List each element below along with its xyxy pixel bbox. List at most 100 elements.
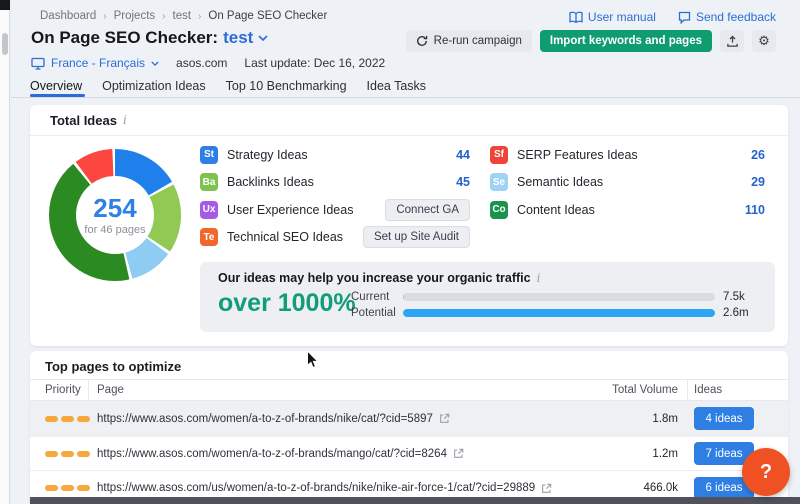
column-divider	[88, 380, 89, 402]
refresh-icon	[416, 35, 428, 47]
total-ideas-panel: Total Ideas i 254 for 46 pages St Strate…	[30, 105, 788, 346]
column-ideas[interactable]: Ideas	[694, 384, 722, 396]
table-header: Priority Page Total Volume Ideas	[30, 379, 788, 401]
column-total-volume[interactable]: Total Volume	[612, 384, 678, 396]
book-icon	[569, 11, 583, 24]
external-link-icon[interactable]	[439, 413, 450, 424]
breadcrumb-separator-icon: ›	[198, 11, 201, 22]
serp-features-ideas-count[interactable]: 26	[751, 148, 765, 162]
tab-optimization-ideas[interactable]: Optimization Ideas	[102, 79, 206, 105]
current-traffic-value: 7.5k	[723, 291, 745, 303]
language-label: France - Français	[51, 56, 145, 70]
current-traffic-row: Current 7.5k	[351, 291, 763, 303]
tab-idea-tasks[interactable]: Idea Tasks	[367, 79, 427, 105]
import-keywords-button[interactable]: Import keywords and pages	[540, 30, 712, 52]
content-badge: Co	[490, 201, 508, 219]
info-icon[interactable]: i	[537, 271, 541, 285]
page-url-link[interactable]: https://www.asos.com/women/a-to-z-of-bra…	[97, 413, 433, 425]
setup-site-audit-button[interactable]: Set up Site Audit	[363, 226, 470, 248]
column-page[interactable]: Page	[97, 384, 124, 396]
page-url-link[interactable]: https://www.asos.com/women/a-to-z-of-bra…	[97, 448, 447, 460]
header-actions: Re-run campaign Import keywords and page…	[406, 30, 776, 52]
technical-seo-ideas-row: Te Technical SEO Ideas Set up Site Audit	[200, 224, 470, 252]
priority-indicator	[45, 485, 90, 491]
priority-indicator	[45, 451, 90, 457]
semantic-ideas-label: Semantic Ideas	[517, 175, 603, 189]
total-ideas-count: 254	[93, 195, 136, 221]
last-update: Last update: Dec 16, 2022	[244, 56, 385, 70]
content-ideas-label: Content Ideas	[517, 203, 595, 217]
user-manual-link[interactable]: User manual	[569, 10, 656, 24]
campaign-domain: asos.com	[176, 56, 227, 70]
connect-ga-button[interactable]: Connect GA	[385, 199, 470, 221]
send-feedback-link[interactable]: Send feedback	[678, 10, 776, 24]
total-ideas-donut: 254 for 46 pages	[49, 149, 181, 281]
left-window-edge	[0, 0, 10, 504]
potential-traffic-row: Potential 2.6m	[351, 307, 763, 319]
semantic-badge: Se	[490, 173, 508, 191]
strategy-ideas-count[interactable]: 44	[456, 148, 470, 162]
current-traffic-fill	[403, 293, 404, 301]
breadcrumb-item-project[interactable]: test	[173, 10, 192, 22]
tab-bar: Overview Optimization Ideas Top 10 Bench…	[30, 79, 426, 105]
help-button[interactable]: ?	[742, 448, 790, 496]
language-selector[interactable]: France - Français	[31, 56, 159, 70]
column-priority[interactable]: Priority	[45, 384, 81, 396]
import-keywords-label: Import keywords and pages	[550, 35, 702, 47]
donut-center: 254 for 46 pages	[49, 149, 181, 281]
gear-icon: ⚙	[758, 33, 770, 49]
breadcrumb-item-projects[interactable]: Projects	[114, 10, 156, 22]
content-ideas-count[interactable]: 110	[745, 203, 765, 217]
serp-features-badge: Sf	[490, 146, 508, 164]
current-traffic-bar	[403, 293, 715, 301]
total-ideas-pages: for 46 pages	[84, 224, 145, 236]
send-feedback-label: Send feedback	[696, 10, 776, 24]
ideas-list-left: St Strategy Ideas 44 Ba Backlinks Ideas …	[200, 141, 470, 251]
potential-traffic-fill	[403, 309, 715, 317]
semantic-ideas-count[interactable]: 29	[751, 175, 765, 189]
serp-features-ideas-label: SERP Features Ideas	[517, 148, 638, 162]
info-icon[interactable]: i	[123, 113, 127, 127]
backlinks-badge: Ba	[200, 173, 218, 191]
serp-features-ideas-row: Sf SERP Features Ideas 26	[490, 141, 765, 169]
backlinks-ideas-count[interactable]: 45	[456, 175, 470, 189]
header-links: User manual Send feedback	[569, 10, 776, 24]
breadcrumb-item-dashboard[interactable]: Dashboard	[40, 10, 96, 22]
left-edge-scroll-thumb[interactable]	[2, 33, 8, 55]
page-title-text: On Page SEO Checker:	[31, 28, 218, 48]
external-link-icon[interactable]	[453, 448, 464, 459]
ideas-list-right: Sf SERP Features Ideas 26 Se Semantic Id…	[490, 141, 765, 224]
page-url-link[interactable]: https://www.asos.com/us/women/a-to-z-of-…	[97, 482, 535, 494]
strategy-badge: St	[200, 146, 218, 164]
strategy-ideas-row: St Strategy Ideas 44	[200, 141, 470, 169]
tab-top10-benchmarking[interactable]: Top 10 Benchmarking	[226, 79, 347, 105]
strategy-ideas-label: Strategy Ideas	[227, 148, 308, 162]
feedback-bubble-icon	[678, 11, 691, 24]
user-manual-label: User manual	[588, 10, 656, 24]
total-volume-value: 1.2m	[652, 448, 678, 460]
breadcrumb-item-current: On Page SEO Checker	[208, 10, 327, 22]
tab-overview[interactable]: Overview	[30, 79, 82, 105]
window-bottom-edge	[30, 497, 800, 504]
export-button[interactable]	[720, 30, 744, 52]
chevron-down-icon[interactable]	[258, 35, 268, 41]
active-tab-indicator	[30, 94, 85, 97]
column-divider	[687, 380, 688, 402]
traffic-title: Our ideas may help you increase your org…	[218, 271, 531, 285]
external-link-icon[interactable]	[541, 483, 552, 494]
breadcrumb: Dashboard › Projects › test › On Page SE…	[40, 10, 327, 22]
technical-seo-badge: Te	[200, 228, 218, 246]
breadcrumb-separator-icon: ›	[162, 11, 165, 22]
project-name-dropdown[interactable]: test	[223, 28, 253, 48]
upload-icon	[726, 35, 739, 48]
settings-button[interactable]: ⚙	[752, 30, 776, 52]
ideas-count-button[interactable]: 4 ideas	[694, 407, 754, 430]
user-experience-badge: Ux	[200, 201, 218, 219]
traffic-highlight: over 1000%	[218, 289, 356, 318]
breadcrumb-separator-icon: ›	[103, 11, 106, 22]
rerun-campaign-label: Re-run campaign	[434, 35, 522, 47]
tabs-divider	[11, 97, 800, 98]
rerun-campaign-button[interactable]: Re-run campaign	[406, 30, 532, 52]
potential-traffic-value: 2.6m	[723, 307, 749, 319]
potential-traffic-label: Potential	[351, 307, 403, 319]
